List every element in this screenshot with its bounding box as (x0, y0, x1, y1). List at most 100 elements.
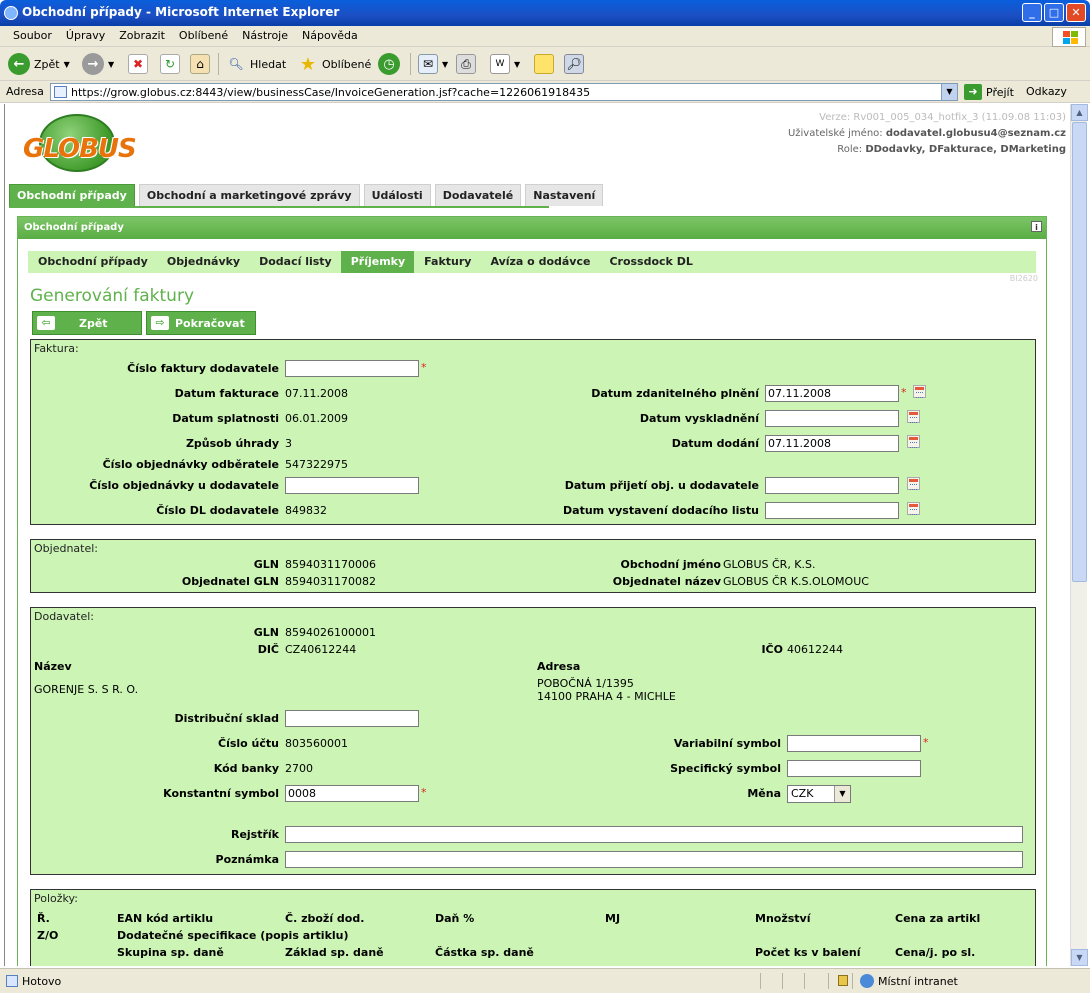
mail-button[interactable]: ✉ ▼ (418, 51, 448, 77)
account-number: 803560001 (285, 737, 348, 750)
subtab-objednavky[interactable]: Objednávky (157, 251, 249, 273)
subtab-prijemky[interactable]: Příjemky (340, 251, 415, 273)
notes-icon[interactable] (534, 54, 554, 74)
tab-udalosti[interactable]: Události (363, 184, 431, 206)
dispatch-date-input[interactable] (765, 410, 899, 427)
tab-obchodni-pripady[interactable]: Obchodní případy (9, 184, 135, 206)
section-title: Položky: (34, 892, 78, 905)
subtab-aviza[interactable]: Avíza o dodávce (480, 251, 599, 273)
column-header: Cena/j. po sl. (895, 946, 976, 959)
refresh-icon[interactable]: ↻ (160, 54, 180, 74)
menu-soubor[interactable]: Soubor (6, 26, 59, 42)
menu-nastroje[interactable]: Nástroje (235, 26, 295, 42)
go-button[interactable]: ➜ Přejít (964, 84, 1014, 100)
arrow-left-icon: ⇦ (37, 316, 55, 330)
column-header: Skupina sp. daně (117, 946, 224, 959)
supplier-address-line1: POBOČNÁ 1/1395 (537, 677, 634, 690)
back-button[interactable]: ← Zpět ▼ (8, 51, 70, 77)
continue-button[interactable]: ⇨ Pokračovat (146, 311, 256, 335)
page-title: Generování faktury (30, 286, 194, 306)
due-date-value: 06.01.2009 (285, 412, 348, 425)
panel-header: Obchodní případy i (18, 217, 1046, 239)
orderer-gln: 8594031170082 (285, 575, 376, 588)
home-icon[interactable]: ⌂ (190, 54, 210, 74)
chevron-down-icon: ▼ (834, 786, 850, 802)
menu-upravy[interactable]: Úpravy (59, 26, 112, 42)
minimize-button[interactable]: _ (1022, 3, 1042, 22)
trade-name: GLOBUS ČR, K.S. (723, 558, 816, 571)
tab-zpravy[interactable]: Obchodní a marketingové zprávy (138, 184, 360, 206)
subtab-faktury[interactable]: Faktury (414, 251, 480, 273)
supplier-ico: 40612244 (787, 643, 843, 656)
supplier-name: GORENJE S. S R. O. (34, 683, 139, 696)
calendar-icon[interactable] (907, 502, 920, 515)
links-button[interactable]: Odkazy (1026, 85, 1067, 98)
back-arrow-icon: ← (8, 53, 30, 75)
subtab-obchodni-pripady[interactable]: Obchodní případy (28, 251, 157, 273)
scroll-up-icon[interactable]: ▲ (1071, 104, 1088, 121)
specific-symbol-input[interactable] (787, 760, 921, 777)
stop-icon[interactable]: ✖ (128, 54, 148, 74)
edit-button[interactable]: W ▼ (490, 51, 520, 77)
distribution-warehouse-input[interactable] (285, 710, 419, 727)
subtab-dodaci-listy[interactable]: Dodací listy (249, 251, 341, 273)
print-icon[interactable]: ⎙ (456, 54, 476, 74)
menu-napoveda[interactable]: Nápověda (295, 26, 365, 42)
taxable-date-input[interactable] (765, 385, 899, 402)
username: dodavatel.globusu4@seznam.cz (885, 128, 1066, 139)
column-header: Základ sp. daně (285, 946, 384, 959)
address-url: https://grow.globus.cz:8443/view/busines… (71, 86, 591, 99)
globus-logo: GLOBUS (21, 114, 137, 174)
security-zone: Místní intranet (878, 975, 958, 988)
go-arrow-icon: ➜ (964, 84, 982, 100)
browser-toolbar: ← Zpět ▼ → ▼ ✖ ↻ ⌂ 🔍︎ Hledat ★ Oblíbené ◷ ✉ ▼… (0, 47, 1090, 81)
supplier-order-input[interactable] (285, 477, 419, 494)
edit-icon: W (490, 54, 510, 74)
variable-symbol-input[interactable] (787, 735, 921, 752)
calendar-icon[interactable] (913, 385, 926, 398)
history-icon[interactable]: ◷ (378, 53, 400, 75)
maximize-button[interactable]: □ (1044, 3, 1064, 22)
column-header: Z/O (37, 929, 59, 942)
calendar-icon[interactable] (907, 410, 920, 423)
subtab-crossdock[interactable]: Crossdock DL (599, 251, 701, 273)
address-input[interactable]: https://grow.globus.cz:8443/view/busines… (50, 83, 958, 101)
close-button[interactable]: ✕ (1066, 3, 1086, 22)
customer-order-value: 547322975 (285, 458, 348, 471)
window-titlebar: Obchodní případy - Microsoft Internet Ex… (0, 0, 1090, 26)
back-action-button[interactable]: ⇦ Zpět (32, 311, 142, 335)
dodavatel-section: Dodavatel: GLN 8594026100001 DIČ CZ40612… (30, 607, 1036, 875)
note-input[interactable] (285, 851, 1023, 868)
supplier-address-line2: 14100 PRAHA 4 - MICHLE (537, 690, 676, 703)
address-bar: Adresa https://grow.globus.cz:8443/view/… (0, 81, 1090, 103)
delivery-note-value: 849832 (285, 504, 327, 517)
delivery-date-input[interactable] (765, 435, 899, 452)
order-received-date-input[interactable] (765, 477, 899, 494)
register-input[interactable] (285, 826, 1023, 843)
search-button[interactable]: 🔍︎ Hledat (226, 51, 286, 77)
scroll-thumb[interactable] (1072, 122, 1087, 582)
menu-oblibene[interactable]: Oblíbené (172, 26, 235, 42)
roles: DDodavky, DFakturace, DMarketing (865, 144, 1066, 155)
vertical-scrollbar[interactable]: ▲ ▼ (1070, 104, 1088, 966)
delivery-note-date-input[interactable] (765, 502, 899, 519)
windows-logo-icon (1052, 27, 1086, 47)
payment-method-value: 3 (285, 437, 292, 450)
menu-zobrazit[interactable]: Zobrazit (112, 26, 172, 42)
scroll-down-icon[interactable]: ▼ (1071, 949, 1088, 966)
menu-bar: Soubor Úpravy Zobrazit Oblíbené Nástroje Nápo… (0, 26, 1090, 47)
faktura-section: Faktura: Číslo faktury dodavatele * Datu… (30, 339, 1036, 525)
calendar-icon[interactable] (907, 435, 920, 448)
info-icon[interactable]: i (1031, 221, 1042, 232)
invoice-number-input[interactable] (285, 360, 419, 377)
research-icon[interactable]: 🔎︎ (564, 54, 584, 74)
favorites-button[interactable]: ★ Oblíbené (298, 51, 371, 77)
constant-symbol-input[interactable] (285, 785, 419, 802)
calendar-icon[interactable] (907, 477, 920, 490)
tab-nastaveni[interactable]: Nastavení (525, 184, 604, 206)
window-title: Obchodní případy - Microsoft Internet Ex… (22, 5, 340, 19)
forward-button[interactable]: → ▼ (82, 51, 114, 77)
tab-dodavatele[interactable]: Dodavatelé (434, 184, 522, 206)
currency-select[interactable]: CZK ▼ (787, 785, 851, 803)
address-dropdown-icon[interactable]: ▼ (941, 84, 957, 100)
